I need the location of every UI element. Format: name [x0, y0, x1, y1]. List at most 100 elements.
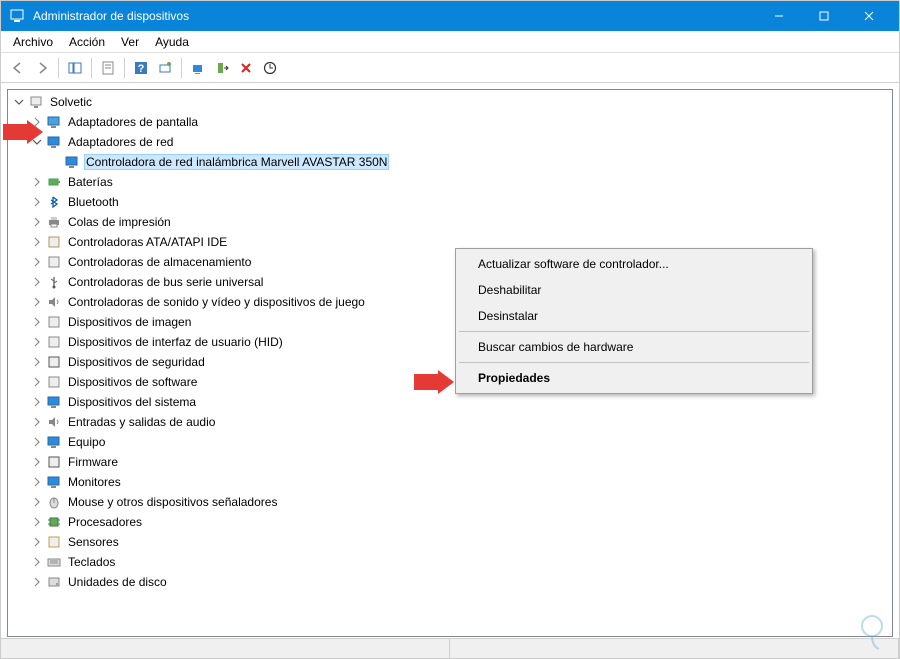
tree-node-child[interactable]: Controladora de red inalámbrica Marvell … — [8, 152, 892, 172]
menu-archivo[interactable]: Archivo — [5, 33, 61, 51]
expander-icon[interactable] — [30, 295, 44, 309]
firmware-icon — [46, 454, 62, 470]
minimize-button[interactable] — [756, 1, 801, 31]
context-menu-item[interactable]: Buscar cambios de hardware — [458, 334, 810, 360]
context-menu-item[interactable]: Actualizar software de controlador... — [458, 251, 810, 277]
expander-icon[interactable] — [30, 175, 44, 189]
storage-icon — [46, 254, 62, 270]
status-cell — [450, 639, 899, 658]
tree-node-label: Mouse y otros dispositivos señaladores — [66, 495, 279, 509]
mouse-icon — [46, 494, 62, 510]
hid-icon — [46, 334, 62, 350]
toolbar-separator — [58, 58, 59, 78]
context-menu-separator — [459, 362, 809, 363]
context-menu-separator — [459, 331, 809, 332]
tree-node[interactable]: Procesadores — [8, 512, 892, 532]
tree-node[interactable]: Adaptadores de pantalla — [8, 112, 892, 132]
uninstall-button[interactable] — [235, 57, 257, 79]
app-icon — [9, 8, 25, 24]
expander-icon[interactable] — [30, 375, 44, 389]
software-icon — [46, 374, 62, 390]
context-menu-item[interactable]: Deshabilitar — [458, 277, 810, 303]
disk-icon — [46, 574, 62, 590]
expander-icon[interactable] — [30, 575, 44, 589]
tree-node[interactable]: Teclados — [8, 552, 892, 572]
menu-ayuda[interactable]: Ayuda — [147, 33, 197, 51]
printer-icon — [46, 214, 62, 230]
tree-node-label: Controladora de red inalámbrica Marvell … — [84, 154, 389, 170]
tree-node-label: Controladoras de sonido y vídeo y dispos… — [66, 295, 367, 309]
expander-icon[interactable] — [30, 255, 44, 269]
battery-icon — [46, 174, 62, 190]
tree-node-label: Controladoras ATA/ATAPI IDE — [66, 235, 229, 249]
display-icon — [46, 114, 62, 130]
expander-icon[interactable] — [30, 415, 44, 429]
sensor-icon — [46, 534, 62, 550]
tree-node[interactable]: Mouse y otros dispositivos señaladores — [8, 492, 892, 512]
menu-accion[interactable]: Acción — [61, 33, 113, 51]
tree-node-label: Unidades de disco — [66, 575, 169, 589]
expander-icon[interactable] — [30, 555, 44, 569]
expander-icon[interactable] — [30, 215, 44, 229]
tree-node[interactable]: Baterías — [8, 172, 892, 192]
expander-icon[interactable] — [30, 495, 44, 509]
tree-node[interactable]: Entradas y salidas de audio — [8, 412, 892, 432]
context-menu-item[interactable]: Desinstalar — [458, 303, 810, 329]
back-button[interactable] — [7, 57, 29, 79]
expander-icon[interactable] — [30, 395, 44, 409]
tree-root-label: Solvetic — [48, 95, 94, 109]
tree-node[interactable]: Equipo — [8, 432, 892, 452]
window-title: Administrador de dispositivos — [33, 9, 756, 23]
expander-icon[interactable] — [30, 235, 44, 249]
properties-button[interactable] — [97, 57, 119, 79]
expander-icon[interactable] — [12, 95, 26, 109]
annotation-arrow-2 — [414, 370, 454, 394]
expander-icon[interactable] — [30, 315, 44, 329]
show-hide-tree-button[interactable] — [64, 57, 86, 79]
tree-node[interactable]: Bluetooth — [8, 192, 892, 212]
expander-icon[interactable] — [30, 515, 44, 529]
context-menu-item[interactable]: Propiedades — [458, 365, 810, 391]
expander-icon[interactable] — [30, 435, 44, 449]
expander-icon[interactable] — [30, 195, 44, 209]
tree-node-label: Dispositivos del sistema — [66, 395, 198, 409]
watermark-icon — [852, 611, 892, 651]
computer-icon — [46, 434, 62, 450]
expander-icon[interactable] — [30, 475, 44, 489]
tree-node[interactable]: Sensores — [8, 532, 892, 552]
tree-node[interactable]: Adaptadores de red — [8, 132, 892, 152]
context-menu: Actualizar software de controlador...Des… — [455, 248, 813, 394]
tree-node[interactable]: Colas de impresión — [8, 212, 892, 232]
expander-icon[interactable] — [30, 455, 44, 469]
content-area: Solvetic Adaptadores de pantalla Adaptad… — [1, 83, 899, 638]
update-driver-button[interactable] — [187, 57, 209, 79]
tree-root[interactable]: Solvetic — [8, 92, 892, 112]
network-icon — [46, 134, 62, 150]
network-icon — [64, 154, 80, 170]
forward-button[interactable] — [31, 57, 53, 79]
help-button[interactable]: ? — [130, 57, 152, 79]
cpu-icon — [46, 514, 62, 530]
system-icon — [46, 394, 62, 410]
scan-hardware-button[interactable] — [154, 57, 176, 79]
toolbar-separator — [124, 58, 125, 78]
expander-icon[interactable] — [30, 335, 44, 349]
window-controls — [756, 1, 891, 31]
tree-node[interactable]: Unidades de disco — [8, 572, 892, 592]
tree-node-label: Bluetooth — [66, 195, 121, 209]
maximize-button[interactable] — [801, 1, 846, 31]
imaging-icon — [46, 314, 62, 330]
tree-node[interactable]: Dispositivos del sistema — [8, 392, 892, 412]
tree-node[interactable]: Firmware — [8, 452, 892, 472]
expander-icon[interactable] — [30, 275, 44, 289]
svg-text:?: ? — [138, 63, 145, 75]
tree-node[interactable]: Monitores — [8, 472, 892, 492]
close-button[interactable] — [846, 1, 891, 31]
expander-icon[interactable] — [30, 355, 44, 369]
scan-changes-button[interactable] — [259, 57, 281, 79]
audio-icon — [46, 414, 62, 430]
menu-ver[interactable]: Ver — [113, 33, 147, 51]
sound-icon — [46, 294, 62, 310]
expander-icon[interactable] — [30, 535, 44, 549]
disable-button[interactable] — [211, 57, 233, 79]
